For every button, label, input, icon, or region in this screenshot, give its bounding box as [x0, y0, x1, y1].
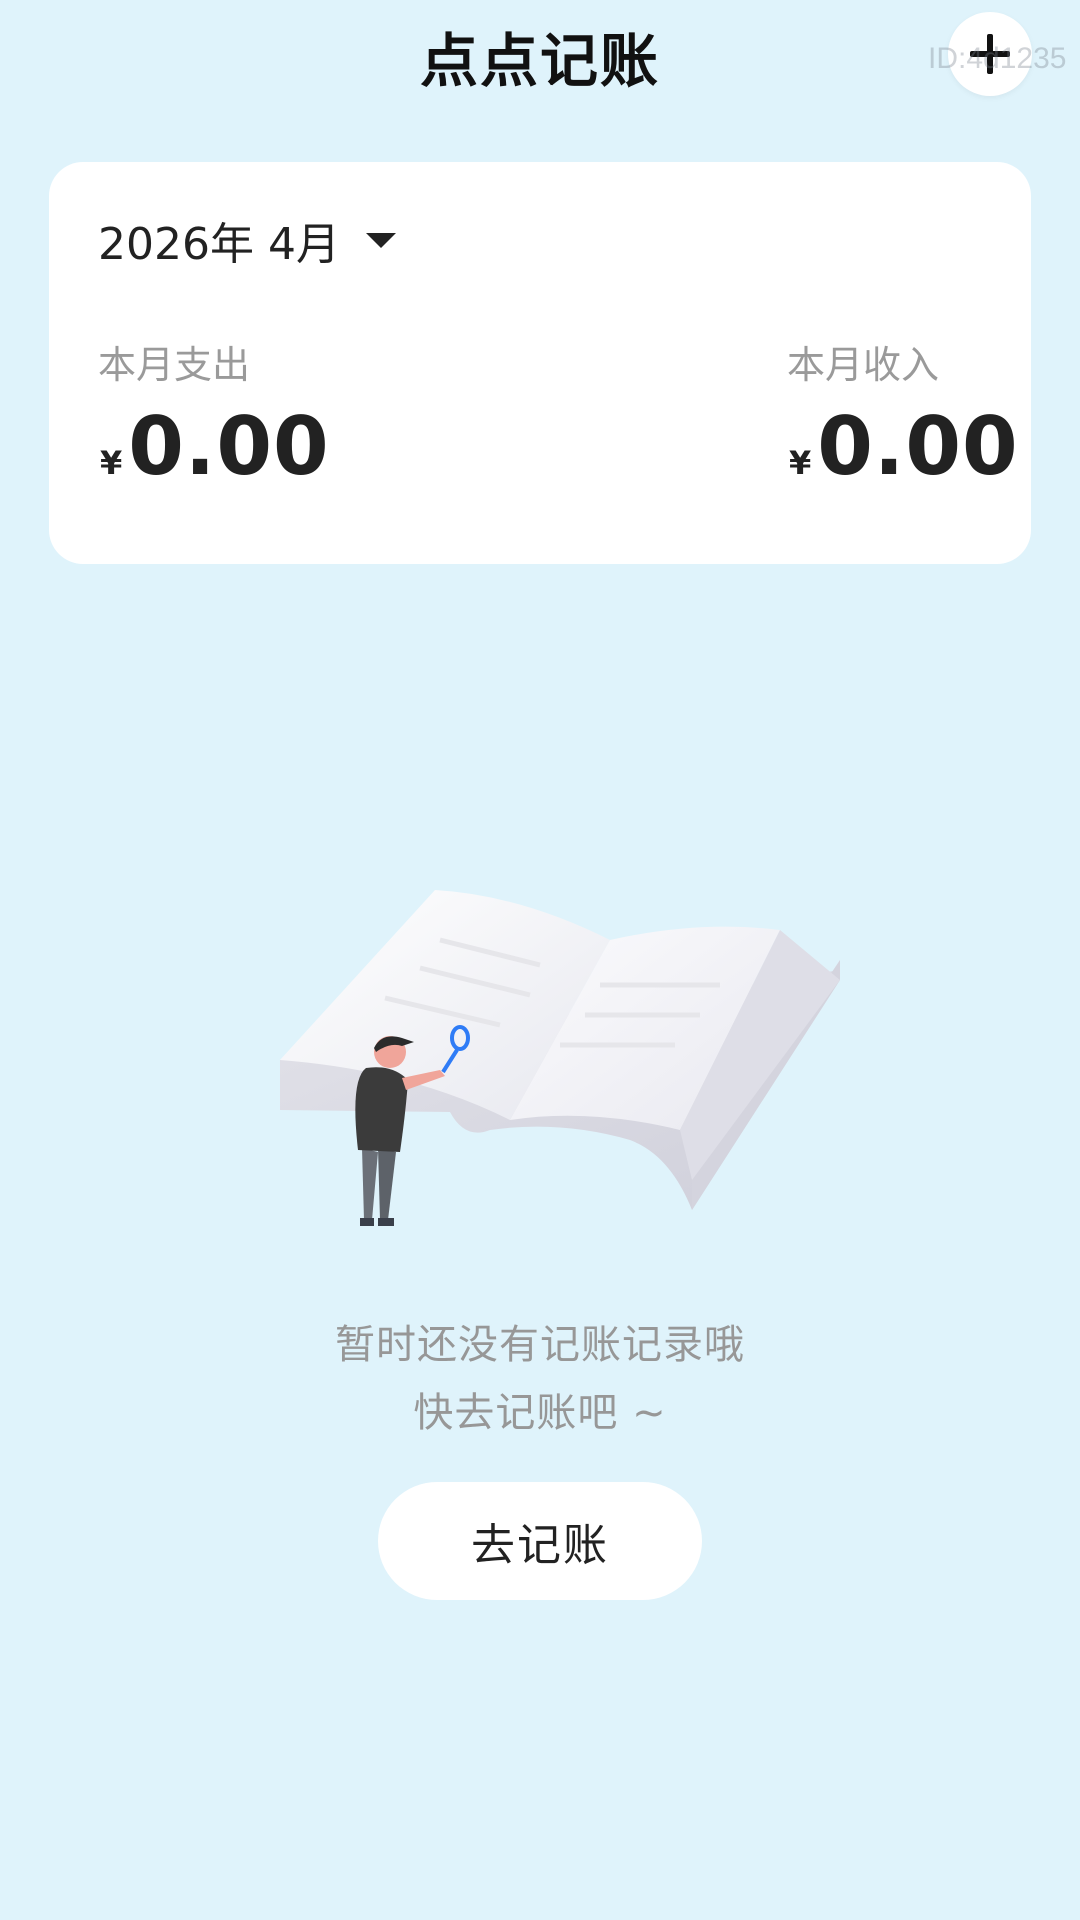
app-title: 点点记账 — [419, 27, 660, 95]
go-record-button[interactable]: 去记账 — [378, 1482, 702, 1600]
month-label: 2026年 4月 — [98, 219, 340, 270]
id-watermark: ID:4d1235 — [928, 42, 1067, 75]
caret-down-icon — [365, 232, 396, 248]
month-selector[interactable]: 2026年 4月 — [98, 210, 396, 270]
expense-label: 本月支出 — [98, 343, 251, 387]
income-label: 本月收入 — [787, 343, 940, 387]
currency-symbol: ¥ — [789, 444, 812, 482]
income-value: 0.00 — [817, 400, 1019, 493]
empty-state-message: 暂时还没有记账记录哦 — [335, 1322, 745, 1368]
expense-amount: ¥ 0.00 — [100, 400, 330, 493]
currency-symbol: ¥ — [100, 444, 123, 482]
monthly-summary-card: 2026年 4月 本月支出 ¥ 0.00 本月收入 ¥ 0.00 — [49, 162, 1031, 564]
income-amount: ¥ 0.00 — [789, 400, 1019, 493]
expense-value: 0.00 — [128, 400, 330, 493]
open-book-illustration — [280, 890, 840, 1226]
empty-state-hint: 快去记账吧 ~ — [413, 1390, 667, 1436]
